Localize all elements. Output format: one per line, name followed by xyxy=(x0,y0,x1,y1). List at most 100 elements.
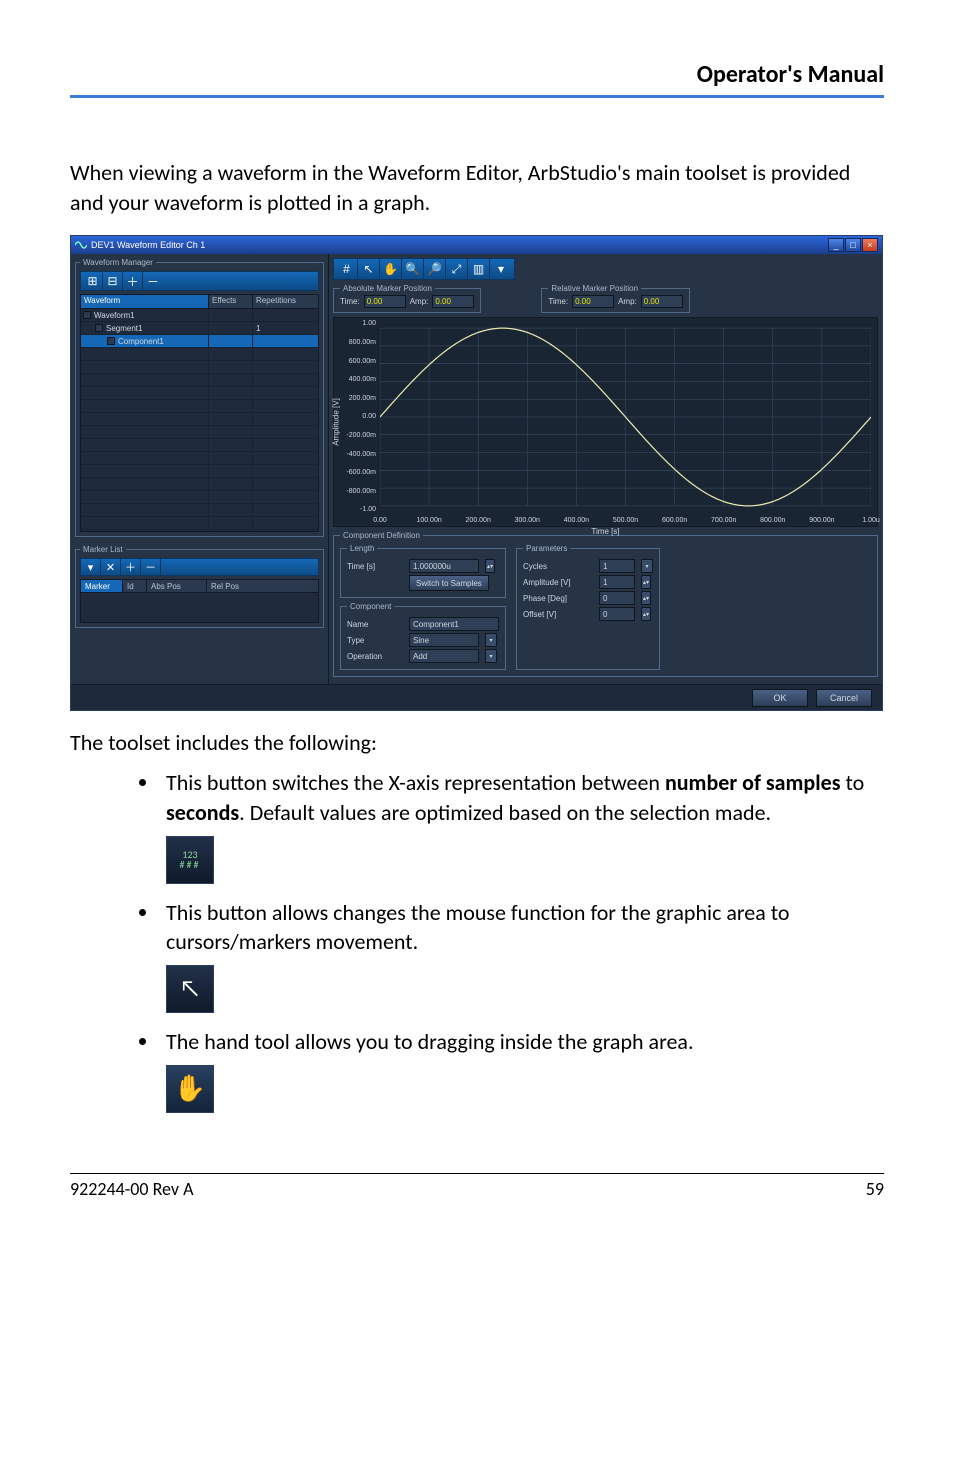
waveform-row[interactable] xyxy=(81,504,318,517)
bullet-xaxis-bold-2: seconds xyxy=(166,799,239,826)
cancel-button[interactable]: Cancel xyxy=(816,689,872,707)
chart-ytick: 200.00m xyxy=(342,395,376,402)
component-name-input[interactable]: Component1 xyxy=(409,617,499,631)
bullet-xaxis: This button switches the X-axis represen… xyxy=(160,768,884,883)
waveform-row[interactable] xyxy=(81,452,318,465)
titlebar[interactable]: DEV1 Waveform Editor Ch 1 _ □ × xyxy=(71,236,882,254)
waveform-row[interactable] xyxy=(81,426,318,439)
footer-left: 922244-00 Rev A xyxy=(70,1178,194,1200)
fit-icon[interactable]: ⤢ xyxy=(446,259,468,279)
component-op-select[interactable]: Add xyxy=(409,649,479,663)
expand-icon[interactable]: ⊞ xyxy=(83,272,103,290)
after-intro: The toolset includes the following: xyxy=(70,729,884,756)
chart-ytick: 800.00m xyxy=(342,339,376,346)
chart-xtick: 700.00n xyxy=(711,517,736,524)
relative-marker-position: Relative Marker Position Time: Amp: xyxy=(541,284,689,313)
marker-minus-icon[interactable]: － xyxy=(141,559,161,575)
rel-marker-legend: Relative Marker Position xyxy=(548,284,641,293)
add-icon[interactable]: ＋ xyxy=(123,272,143,290)
bullet-hand: The hand tool allows you to dragging ins… xyxy=(160,1027,884,1113)
maximize-button[interactable]: □ xyxy=(845,238,861,252)
param-spinner-icon[interactable]: ▴▾ xyxy=(641,575,651,589)
waveform-row[interactable] xyxy=(81,374,318,387)
app-icon xyxy=(75,239,87,251)
param-spinner-icon[interactable]: ▴▾ xyxy=(641,591,651,605)
marker-plus-icon[interactable]: ＋ xyxy=(121,559,141,575)
page-footer: 922244-00 Rev A 59 xyxy=(70,1173,884,1200)
abs-amp-input[interactable] xyxy=(432,295,474,308)
waveform-chart[interactable]: Amplitude [V] Time [s] -1.00-800.00m-600… xyxy=(333,317,878,527)
waveform-row[interactable] xyxy=(81,387,318,400)
marker-add-icon[interactable]: ▾ xyxy=(81,559,101,575)
waveform-row[interactable]: Segment11 xyxy=(81,322,318,335)
component-op-dropdown-icon[interactable]: ▾ xyxy=(485,649,497,663)
chart-xtick: 200.00n xyxy=(466,517,491,524)
ok-button[interactable]: OK xyxy=(752,689,808,707)
param-label: Cycles xyxy=(523,562,593,571)
waveform-row[interactable] xyxy=(81,348,318,361)
chart-xtick: 900.00n xyxy=(809,517,834,524)
cursor-icon[interactable]: ↖ xyxy=(358,259,380,279)
chart-xtick: 600.00n xyxy=(662,517,687,524)
marker-col-rel[interactable]: Rel Pos xyxy=(207,580,267,592)
marker-col-id[interactable]: Id xyxy=(123,580,147,592)
param-dropdown-icon[interactable]: ▾ xyxy=(641,559,653,573)
waveform-row[interactable] xyxy=(81,400,318,413)
bullet-xaxis-text-b: to xyxy=(840,769,864,796)
xaxis-toggle-icon[interactable]: # xyxy=(336,259,358,279)
chart-xtick: 0.00 xyxy=(373,517,387,524)
graph-toolbar: # ↖ ✋ 🔍 🔎 ⤢ ▥ ▾ xyxy=(333,258,515,280)
close-button[interactable]: × xyxy=(862,238,878,252)
waveform-row[interactable]: Waveform1 xyxy=(81,309,318,322)
marker-col-marker[interactable]: Marker xyxy=(81,580,123,592)
col-repetitions[interactable]: Repetitions xyxy=(253,295,315,308)
param-value[interactable]: 1 xyxy=(599,559,635,573)
zoom-in-icon[interactable]: 🔍 xyxy=(402,259,424,279)
chart-dropdown-icon[interactable]: ▾ xyxy=(490,259,512,279)
component-type-select[interactable]: Sine xyxy=(409,633,479,647)
waveform-row[interactable] xyxy=(81,465,318,478)
right-column: # ↖ ✋ 🔍 🔎 ⤢ ▥ ▾ Absolute Marker Position… xyxy=(329,254,882,684)
bullet-cursor: This button allows changes the mouse fun… xyxy=(160,898,884,1013)
marker-list-panel: Marker List ▾ ✕ ＋ － Marker Id Abs Pos Re… xyxy=(75,545,324,628)
component-type-dropdown-icon[interactable]: ▾ xyxy=(485,633,497,647)
footer-right: 59 xyxy=(866,1178,884,1200)
remove-icon[interactable]: － xyxy=(143,272,163,290)
waveform-row[interactable] xyxy=(81,361,318,374)
rel-amp-label: Amp: xyxy=(618,297,637,306)
zoom-out-icon[interactable]: 🔎 xyxy=(424,259,446,279)
component-group: Component Name Component1 Type Sine ▾ xyxy=(340,602,506,670)
chart-ytick: -600.00m xyxy=(342,469,376,476)
hand-icon[interactable]: ✋ xyxy=(380,259,402,279)
waveform-row[interactable] xyxy=(81,530,318,531)
length-legend: Length xyxy=(347,544,377,553)
marker-col-abs[interactable]: Abs Pos xyxy=(147,580,207,592)
param-value[interactable]: 0 xyxy=(599,591,635,605)
waveform-row[interactable] xyxy=(81,413,318,426)
waveform-row[interactable] xyxy=(81,478,318,491)
marker-delete-icon[interactable]: ✕ xyxy=(101,559,121,575)
chart-ytick: -1.00 xyxy=(342,506,376,513)
param-label: Amplitude [V] xyxy=(523,578,593,587)
param-spinner-icon[interactable]: ▴▾ xyxy=(641,607,651,621)
col-effects[interactable]: Effects xyxy=(209,295,253,308)
rel-time-input[interactable] xyxy=(572,295,614,308)
minimize-button[interactable]: _ xyxy=(828,238,844,252)
chart-type-icon[interactable]: ▥ xyxy=(468,259,490,279)
component-type-label: Type xyxy=(347,636,403,645)
param-value[interactable]: 0 xyxy=(599,607,635,621)
rel-amp-input[interactable] xyxy=(641,295,683,308)
waveform-row[interactable] xyxy=(81,439,318,452)
length-time-value[interactable]: 1.000000u xyxy=(409,559,479,573)
length-time-spinner[interactable]: ▴▾ xyxy=(485,559,495,573)
collapse-icon[interactable]: ⊟ xyxy=(103,272,123,290)
switch-to-samples-button[interactable]: Switch to Samples xyxy=(409,575,489,591)
waveform-editor-window: DEV1 Waveform Editor Ch 1 _ □ × Waveform… xyxy=(70,235,883,711)
abs-time-input[interactable] xyxy=(364,295,406,308)
waveform-row[interactable]: Component1 xyxy=(81,335,318,348)
waveform-row[interactable] xyxy=(81,491,318,504)
waveform-row[interactable] xyxy=(81,517,318,530)
param-value[interactable]: 1 xyxy=(599,575,635,589)
abs-marker-legend: Absolute Marker Position xyxy=(340,284,435,293)
col-waveform[interactable]: Waveform xyxy=(81,295,209,308)
